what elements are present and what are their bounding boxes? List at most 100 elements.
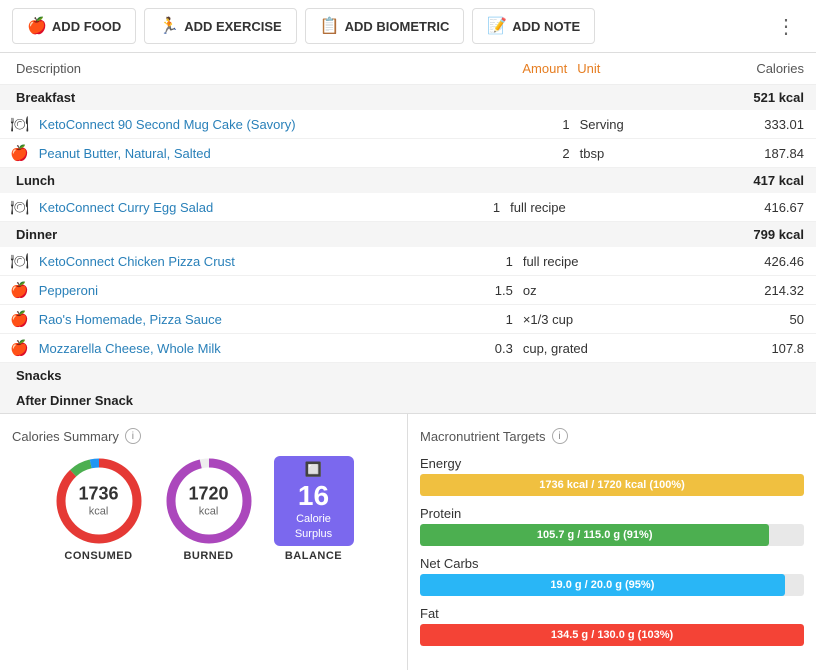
add-note-button[interactable]: 📝 ADD NOTE <box>472 8 595 44</box>
section-name: Lunch <box>0 168 648 193</box>
table-row[interactable]: 🍽 KetoConnect Chicken Pizza Crust 1full re… <box>0 247 816 276</box>
section-table: Breakfast521 kcal🍽KetoConnect 90 Second … <box>0 85 816 168</box>
table-row[interactable]: 🍎Mozzarella Cheese, Whole Milk0.3cup, gr… <box>0 334 816 363</box>
add-note-label: ADD NOTE <box>512 19 580 34</box>
balance-value: 16 <box>298 480 329 512</box>
macro-info-icon[interactable]: i <box>552 428 568 444</box>
food-unit: full recipe <box>517 247 665 276</box>
macro-name: Energy <box>420 456 804 471</box>
consumed-donut: 1736 kcal <box>54 456 144 546</box>
food-calories: 107.8 <box>665 334 816 363</box>
macro-bar-track: 105.7 g / 115.0 g (91%) <box>420 524 804 546</box>
section-kcal <box>582 363 816 388</box>
food-icon: 🍎 <box>27 16 47 36</box>
header-unit: Unit <box>571 53 707 85</box>
table-row[interactable]: 🍎Peanut Butter, Natural, Salted2tbsp187.… <box>0 139 816 168</box>
macro-name: Protein <box>420 506 804 521</box>
section-table: Snacks <box>0 363 816 388</box>
biometric-icon: 📋 <box>320 16 340 36</box>
macro-name: Net Carbs <box>420 556 804 571</box>
section-header-row: Lunch417 kcal <box>0 168 816 193</box>
section-kcal: 799 kcal <box>665 222 816 247</box>
section-name: Breakfast <box>0 85 675 110</box>
food-unit: tbsp <box>574 139 675 168</box>
consumed-label: CONSUMED <box>64 550 132 562</box>
macro-row: Energy1736 kcal / 1720 kcal (100%) <box>420 456 804 496</box>
food-unit: oz <box>517 276 665 305</box>
macro-row: Protein 105.7 g / 115.0 g (91%) <box>420 506 804 546</box>
charts-row: 1736 kcal CONSUMED 1720 <box>12 456 395 562</box>
consumed-value: 1736 kcal <box>78 484 118 519</box>
food-log-table: Description Amount Unit Calories <box>0 53 816 85</box>
table-row[interactable]: 🍽KetoConnect Curry Egg Salad1full recipe… <box>0 193 816 222</box>
food-item-icon: 🍎 <box>10 281 29 299</box>
consumed-chart: 1736 kcal CONSUMED <box>54 456 144 562</box>
macro-bars: Energy1736 kcal / 1720 kcal (100%) Protei… <box>420 456 804 646</box>
burned-chart: 1720 kcal BURNED <box>164 456 254 562</box>
macro-bar-fill: 134.5 g / 130.0 g (103%) <box>420 624 804 646</box>
food-calories: 187.84 <box>675 139 816 168</box>
food-unit: ×1/3 cup <box>517 305 665 334</box>
add-biometric-label: ADD BIOMETRIC <box>345 19 450 34</box>
food-amount: 1 <box>543 110 574 139</box>
food-calories: 333.01 <box>675 110 816 139</box>
header-description: Description <box>0 53 499 85</box>
food-item-icon: 🍽 <box>10 115 29 133</box>
section-header-row: Breakfast521 kcal <box>0 85 816 110</box>
calories-summary: Calories Summary i <box>0 414 408 670</box>
table-header: Description Amount Unit Calories <box>0 53 816 85</box>
add-exercise-label: ADD EXERCISE <box>184 19 282 34</box>
add-food-button[interactable]: 🍎 ADD FOOD <box>12 8 136 44</box>
food-item-name: KetoConnect Chicken Pizza Crust <box>33 254 235 269</box>
add-food-label: ADD FOOD <box>52 19 121 34</box>
section-table: After Dinner Snack <box>0 388 816 413</box>
section-name: Snacks <box>0 363 582 388</box>
macro-bar-fill: 105.7 g / 115.0 g (91%) <box>420 524 769 546</box>
table-row[interactable]: 🍽KetoConnect 90 Second Mug Cake (Savory)… <box>0 110 816 139</box>
burned-label: BURNED <box>183 550 233 562</box>
table-row[interactable]: 🍎 Rao's Homemade, Pizza Sauce 1×1/3 cup50 <box>0 305 816 334</box>
summary-section: Calories Summary i <box>0 413 816 670</box>
toolbar: 🍎 ADD FOOD 🏃 ADD EXERCISE 📋 ADD BIOMETRI… <box>0 0 816 53</box>
food-amount: 1.5 <box>463 276 517 305</box>
more-options-button[interactable]: ⋮ <box>768 10 804 43</box>
food-calories: 214.32 <box>665 276 816 305</box>
section-kcal: 521 kcal <box>675 85 816 110</box>
add-biometric-button[interactable]: 📋 ADD BIOMETRIC <box>305 8 465 44</box>
section-header-row: After Dinner Snack <box>0 388 816 413</box>
note-icon: 📝 <box>487 16 507 36</box>
balance-chart: 🔲 16 CalorieSurplus BALANCE <box>274 456 354 562</box>
calories-info-icon[interactable]: i <box>125 428 141 444</box>
add-exercise-button[interactable]: 🏃 ADD EXERCISE <box>144 8 296 44</box>
food-item-name: Rao's Homemade, Pizza Sauce <box>33 312 222 327</box>
macro-bar-track: 134.5 g / 130.0 g (103%) <box>420 624 804 646</box>
food-unit: Serving <box>574 110 675 139</box>
food-amount: 1 <box>463 305 517 334</box>
food-amount: 0.3 <box>463 334 517 363</box>
food-item-name: Pepperoni <box>33 283 98 298</box>
food-amount: 2 <box>543 139 574 168</box>
section-header-row: Dinner799 kcal <box>0 222 816 247</box>
food-calories: 416.67 <box>648 193 816 222</box>
header-amount: Amount <box>499 53 572 85</box>
balance-label: BALANCE <box>285 550 342 562</box>
section-header-row: Snacks <box>0 363 816 388</box>
table-row[interactable]: 🍎 Pepperoni 1.5oz214.32 <box>0 276 816 305</box>
food-sections: Breakfast521 kcal🍽KetoConnect 90 Second … <box>0 85 816 413</box>
food-item-icon: 🍎 <box>10 339 29 357</box>
section-table: Dinner799 kcal 🍽 KetoConnect Chicken Pizza… <box>0 222 816 363</box>
section-name: After Dinner Snack <box>0 388 681 413</box>
food-item-icon: 🍎 <box>10 310 29 328</box>
section-kcal: 417 kcal <box>648 168 816 193</box>
balance-box: 🔲 16 CalorieSurplus <box>274 456 354 546</box>
macro-row: Net Carbs19.0 g / 20.0 g (95%) <box>420 556 804 596</box>
food-item-icon: 🍽 <box>10 252 29 270</box>
food-item-name: Mozzarella Cheese, Whole Milk <box>33 341 221 356</box>
food-item-icon: 🍽 <box>10 198 29 216</box>
food-amount: 1 <box>463 247 517 276</box>
exercise-icon: 🏃 <box>159 16 179 36</box>
food-calories: 50 <box>665 305 816 334</box>
food-unit: full recipe <box>504 193 648 222</box>
balance-sub: CalorieSurplus <box>295 512 332 541</box>
food-calories: 426.46 <box>665 247 816 276</box>
